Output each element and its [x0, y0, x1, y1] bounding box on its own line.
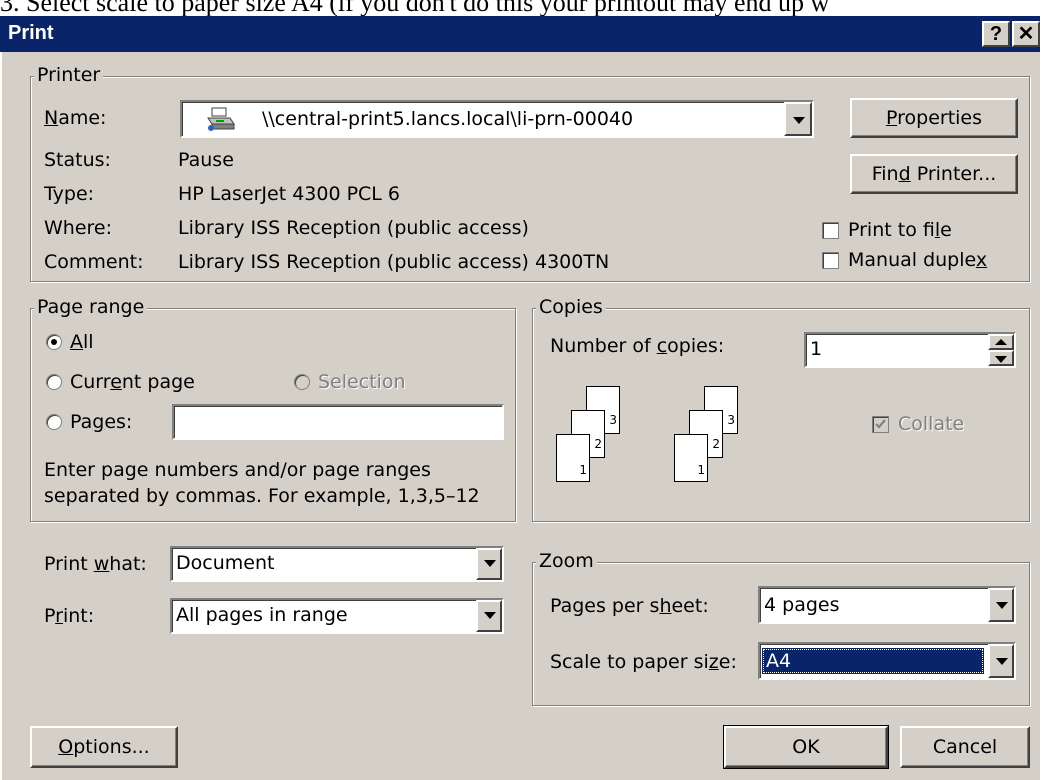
chevron-down-icon: [996, 602, 1008, 609]
type-label: Type:: [44, 183, 95, 205]
all-radio[interactable]: [46, 334, 62, 350]
current-page-label: Current page: [70, 371, 195, 393]
page-range-hint-line1: Enter page numbers and/or page ranges: [44, 459, 431, 481]
print-what-select[interactable]: Document: [170, 546, 504, 582]
chevron-up-icon: [995, 339, 1007, 345]
number-of-copies-value: 1: [810, 338, 823, 360]
zoom-group: [532, 562, 1030, 706]
dialog-title: Print: [8, 22, 54, 44]
print-to-file-label: Print to file: [848, 219, 952, 241]
selection-radio[interactable]: [294, 374, 310, 390]
title-bar[interactable]: [0, 16, 1040, 52]
copies-decrement-button[interactable]: [988, 350, 1014, 366]
print-dropdown-button[interactable]: [476, 600, 502, 632]
pages-per-sheet-value: 4 pages: [764, 594, 840, 616]
pages-per-sheet-label: Pages per sheet:: [550, 595, 709, 617]
printer-name-dropdown-button[interactable]: [784, 102, 812, 136]
number-of-copies-spinner[interactable]: 1: [804, 332, 1016, 368]
scale-to-paper-size-value: A4: [766, 650, 792, 672]
page-range-group-label: Page range: [34, 296, 148, 318]
properties-button[interactable]: Properties: [850, 98, 1018, 138]
stack-page-1: 1: [674, 434, 708, 482]
printer-group-label: Printer: [34, 64, 104, 86]
scale-to-paper-size-label: Scale to paper size:: [550, 651, 737, 673]
cancel-button[interactable]: Cancel: [900, 726, 1030, 768]
where-value: Library ISS Reception (public access): [178, 217, 529, 239]
page-range-hint-line2: separated by commas. For example, 1,3,5–…: [44, 485, 480, 507]
pages-radio[interactable]: [46, 414, 62, 430]
print-what-dropdown-button[interactable]: [476, 548, 502, 580]
pages-per-sheet-select[interactable]: 4 pages: [758, 586, 1016, 624]
help-icon: ?: [989, 23, 1003, 45]
pages-input[interactable]: [172, 404, 504, 440]
options-button[interactable]: Options...: [30, 726, 178, 768]
chevron-down-icon: [484, 612, 496, 619]
chevron-down-icon: [484, 560, 496, 567]
print-what-value: Document: [176, 552, 275, 574]
copies-increment-button[interactable]: [988, 334, 1014, 350]
printer-name-label: Name:: [44, 107, 107, 129]
ok-button[interactable]: OK: [723, 725, 889, 769]
chevron-down-icon: [793, 117, 805, 124]
help-button[interactable]: ?: [982, 21, 1010, 47]
radio-selected-dot: [51, 339, 57, 345]
status-value: Pause: [178, 149, 234, 171]
scale-to-paper-size-select[interactable]: A4: [758, 642, 1016, 680]
chevron-down-icon: [996, 658, 1008, 665]
type-value: HP LaserJet 4300 PCL 6: [178, 183, 401, 205]
printer-name-select[interactable]: \\central-print5.lancs.local\li-prn-0004…: [180, 100, 814, 138]
collate-label: Collate: [898, 413, 965, 435]
printer-name-value: \\central-print5.lancs.local\li-prn-0004…: [262, 108, 634, 130]
manual-duplex-label: Manual duplex: [848, 249, 988, 271]
status-label: Status:: [44, 149, 111, 171]
find-printer-button[interactable]: Find Printer...: [850, 154, 1018, 194]
pages-label: Pages:: [70, 411, 133, 433]
collate-illustration-right: 3 2 1: [674, 386, 770, 496]
number-of-copies-label: Number of copies:: [550, 335, 725, 357]
pages-per-sheet-dropdown-button[interactable]: [988, 588, 1014, 622]
manual-duplex-checkbox[interactable]: [822, 252, 839, 269]
print-value: All pages in range: [176, 604, 348, 626]
close-icon: ✕: [1017, 23, 1035, 45]
where-label: Where:: [44, 217, 113, 239]
print-label: Print:: [44, 605, 95, 627]
print-to-file-checkbox[interactable]: [822, 222, 839, 239]
chevron-down-icon: [995, 356, 1007, 363]
selection-label: Selection: [318, 371, 406, 393]
collate-illustration-left: 3 2 1: [556, 386, 652, 496]
current-page-radio[interactable]: [46, 374, 62, 390]
selection-highlight: [762, 648, 984, 674]
checkmark-icon: [875, 419, 886, 429]
comment-value: Library ISS Reception (public access) 43…: [178, 251, 610, 273]
collate-checkbox[interactable]: [872, 416, 889, 433]
stack-page-1: 1: [556, 434, 590, 482]
comment-label: Comment:: [44, 251, 144, 273]
instruction-caption: 3. Select scale to paper size A4 (if you…: [0, 0, 830, 16]
printer-icon: [206, 106, 236, 132]
copies-group-label: Copies: [536, 296, 606, 318]
scale-to-paper-size-dropdown-button[interactable]: [988, 644, 1014, 678]
zoom-group-label: Zoom: [536, 550, 597, 572]
print-select[interactable]: All pages in range: [170, 598, 504, 634]
print-what-label: Print what:: [44, 553, 147, 575]
close-button[interactable]: ✕: [1012, 21, 1040, 47]
all-radio-label: All: [70, 331, 94, 353]
